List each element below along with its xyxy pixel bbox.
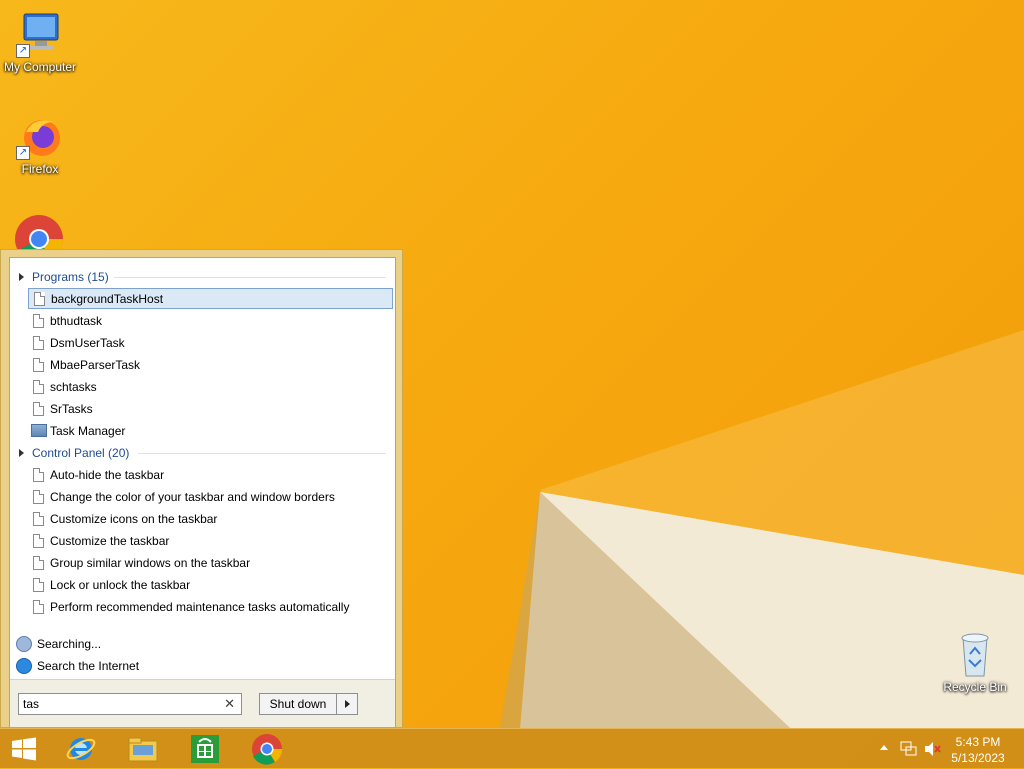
shutdown-button-group: Shut down xyxy=(259,693,358,715)
result-item-backgroundtaskhost[interactable]: backgroundTaskHost xyxy=(28,288,393,309)
result-label: SrTasks xyxy=(50,401,93,416)
group-header-programs[interactable]: Programs (15) xyxy=(19,270,109,284)
expand-arrow-icon xyxy=(19,273,24,281)
taskbar-chrome[interactable] xyxy=(247,733,287,765)
internet-explorer-icon xyxy=(16,658,32,674)
result-item-auto-hide-taskbar[interactable]: Auto-hide the taskbar xyxy=(28,464,393,485)
result-label: MbaeParserTask xyxy=(50,357,141,372)
shutdown-options-button[interactable] xyxy=(337,694,357,714)
search-internet-label: Search the Internet xyxy=(37,659,140,673)
chrome-icon xyxy=(252,734,283,765)
chrome-icon xyxy=(15,215,64,250)
search-input[interactable]: tas ✕ xyxy=(18,693,242,715)
document-icon xyxy=(34,291,45,306)
result-label: Customize icons on the taskbar xyxy=(50,511,218,526)
expand-arrow-icon xyxy=(19,449,24,457)
result-label: DsmUserTask xyxy=(50,335,125,350)
taskbar-file-explorer[interactable] xyxy=(123,733,163,765)
desktop-icon-recycle-bin[interactable]: Recycle Bin xyxy=(935,630,1015,694)
start-menu-footer: tas ✕ Shut down xyxy=(10,679,395,727)
document-icon xyxy=(33,357,44,372)
result-item-change-taskbar-color[interactable]: Change the color of your taskbar and win… xyxy=(28,486,393,507)
desktop-icon-firefox[interactable]: ↗ Firefox xyxy=(0,112,80,176)
result-item-bthudtask[interactable]: bthudtask xyxy=(28,310,393,331)
result-item-mbaeparsertask[interactable]: MbaeParserTask xyxy=(28,354,393,375)
document-icon xyxy=(33,313,44,328)
clock-date: 5/13/2023 xyxy=(951,751,1005,765)
show-hidden-icons-chevron-up-icon[interactable] xyxy=(880,745,888,750)
desktop-icon-my-computer[interactable]: ↗ My Computer xyxy=(0,10,80,74)
result-item-lock-taskbar[interactable]: Lock or unlock the taskbar xyxy=(28,574,393,595)
result-item-group-similar-windows[interactable]: Group similar windows on the taskbar xyxy=(28,552,393,573)
document-icon xyxy=(33,555,44,570)
recycle-bin-icon xyxy=(951,630,999,678)
search-input-value: tas xyxy=(23,697,40,711)
result-item-dsmusertask[interactable]: DsmUserTask xyxy=(28,332,393,353)
group-label: Control Panel (20) xyxy=(32,446,130,460)
shortcut-arrow-icon: ↗ xyxy=(16,44,30,58)
desktop-icon-label: My Computer xyxy=(3,60,77,74)
clock-time: 5:43 PM xyxy=(955,735,1001,749)
result-label: Change the color of your taskbar and win… xyxy=(50,489,335,504)
clear-search-icon[interactable]: ✕ xyxy=(224,696,235,712)
document-icon xyxy=(33,467,44,482)
network-icon[interactable] xyxy=(900,741,918,757)
result-item-maintenance-tasks[interactable]: Perform recommended maintenance tasks au… xyxy=(28,596,393,617)
taskbar-internet-explorer[interactable] xyxy=(61,733,101,765)
start-button[interactable] xyxy=(4,733,44,765)
chevron-right-icon xyxy=(344,700,350,708)
result-item-customize-taskbar[interactable]: Customize the taskbar xyxy=(28,530,393,551)
shutdown-button[interactable]: Shut down xyxy=(260,694,337,714)
document-icon xyxy=(33,511,44,526)
document-icon xyxy=(33,401,44,416)
result-item-customize-icons[interactable]: Customize icons on the taskbar xyxy=(28,508,393,529)
group-divider xyxy=(138,453,386,454)
taskbar: 5:43 PM 5/13/2023 xyxy=(0,728,1024,768)
windows-logo-icon xyxy=(12,737,36,761)
folder-icon xyxy=(128,737,158,762)
shortcut-arrow-icon: ↗ xyxy=(16,146,30,160)
document-icon xyxy=(33,533,44,548)
result-label: Lock or unlock the taskbar xyxy=(50,577,191,592)
document-icon xyxy=(33,379,44,394)
searching-status: Searching... xyxy=(16,636,101,652)
result-label: Auto-hide the taskbar xyxy=(50,467,165,482)
task-manager-icon xyxy=(31,424,47,437)
result-label: bthudtask xyxy=(50,313,103,328)
desktop-icon-label: Recycle Bin xyxy=(943,680,1007,694)
start-menu: Programs (15) backgroundTaskHost bthudta… xyxy=(0,249,403,728)
volume-muted-icon[interactable] xyxy=(924,741,942,757)
result-label: Perform recommended maintenance tasks au… xyxy=(50,599,350,614)
firefox-icon: ↗ xyxy=(16,112,64,160)
search-index-icon xyxy=(16,636,32,652)
searching-label: Searching... xyxy=(37,637,102,651)
search-internet-link[interactable]: Search the Internet xyxy=(16,658,139,674)
result-label: Task Manager xyxy=(50,423,126,438)
group-divider xyxy=(114,277,386,278)
clock[interactable]: 5:43 PM 5/13/2023 xyxy=(948,734,1008,766)
internet-explorer-icon xyxy=(66,738,96,760)
document-icon xyxy=(33,489,44,504)
start-menu-panel: Programs (15) backgroundTaskHost bthudta… xyxy=(9,257,396,727)
group-label: Programs (15) xyxy=(32,270,109,284)
search-results: Programs (15) backgroundTaskHost bthudta… xyxy=(10,258,395,679)
document-icon xyxy=(33,335,44,350)
result-label: Customize the taskbar xyxy=(50,533,170,548)
result-label: Group similar windows on the taskbar xyxy=(50,555,251,570)
system-tray: 5:43 PM 5/13/2023 xyxy=(864,729,1024,769)
group-header-control-panel[interactable]: Control Panel (20) xyxy=(19,446,129,460)
result-label: schtasks xyxy=(50,379,97,394)
document-icon xyxy=(33,577,44,592)
store-icon xyxy=(191,735,219,763)
result-item-srtasks[interactable]: SrTasks xyxy=(28,398,393,419)
taskbar-store[interactable] xyxy=(185,733,225,765)
computer-icon: ↗ xyxy=(16,10,64,58)
result-item-task-manager[interactable]: Task Manager xyxy=(28,420,393,441)
result-item-schtasks[interactable]: schtasks xyxy=(28,376,393,397)
result-label: backgroundTaskHost xyxy=(51,291,164,306)
document-icon xyxy=(33,599,44,614)
desktop-icon-label: Firefox xyxy=(21,162,59,176)
chrome-desktop-icon[interactable] xyxy=(14,214,64,250)
